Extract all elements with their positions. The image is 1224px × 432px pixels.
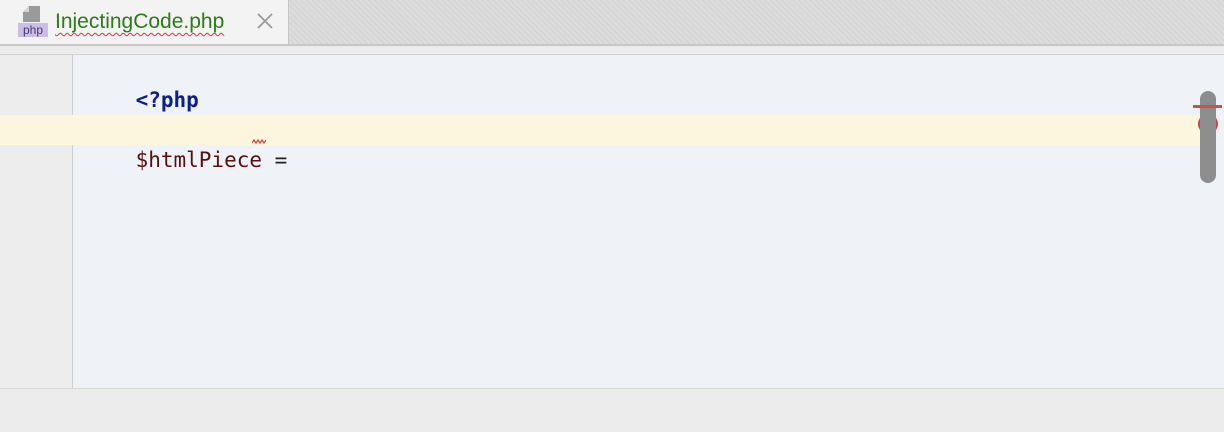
error-stripe-marker[interactable] [1193, 105, 1222, 108]
php-open-tag: <?php [135, 88, 199, 112]
tab-label[interactable]: InjectingCode.php [55, 10, 224, 34]
close-icon[interactable] [255, 11, 275, 31]
php-file-icon: php [18, 6, 48, 38]
variable-name: $htmlPiece [135, 148, 263, 172]
editor-tab-bar: php InjectingCode.php [0, 0, 1224, 46]
tab-injectingcode-php[interactable]: php InjectingCode.php [0, 0, 289, 46]
file-type-badge: php [18, 23, 48, 37]
line-gutter[interactable] [0, 55, 73, 389]
tab-bar-divider [0, 44, 1224, 46]
status-bar [0, 388, 1224, 432]
error-squiggle [252, 139, 266, 145]
code-editor[interactable]: <?php $htmlPiece = [0, 54, 1224, 389]
code-line-3[interactable]: $htmlPiece = [85, 115, 288, 205]
assignment-operator: = [262, 148, 288, 172]
